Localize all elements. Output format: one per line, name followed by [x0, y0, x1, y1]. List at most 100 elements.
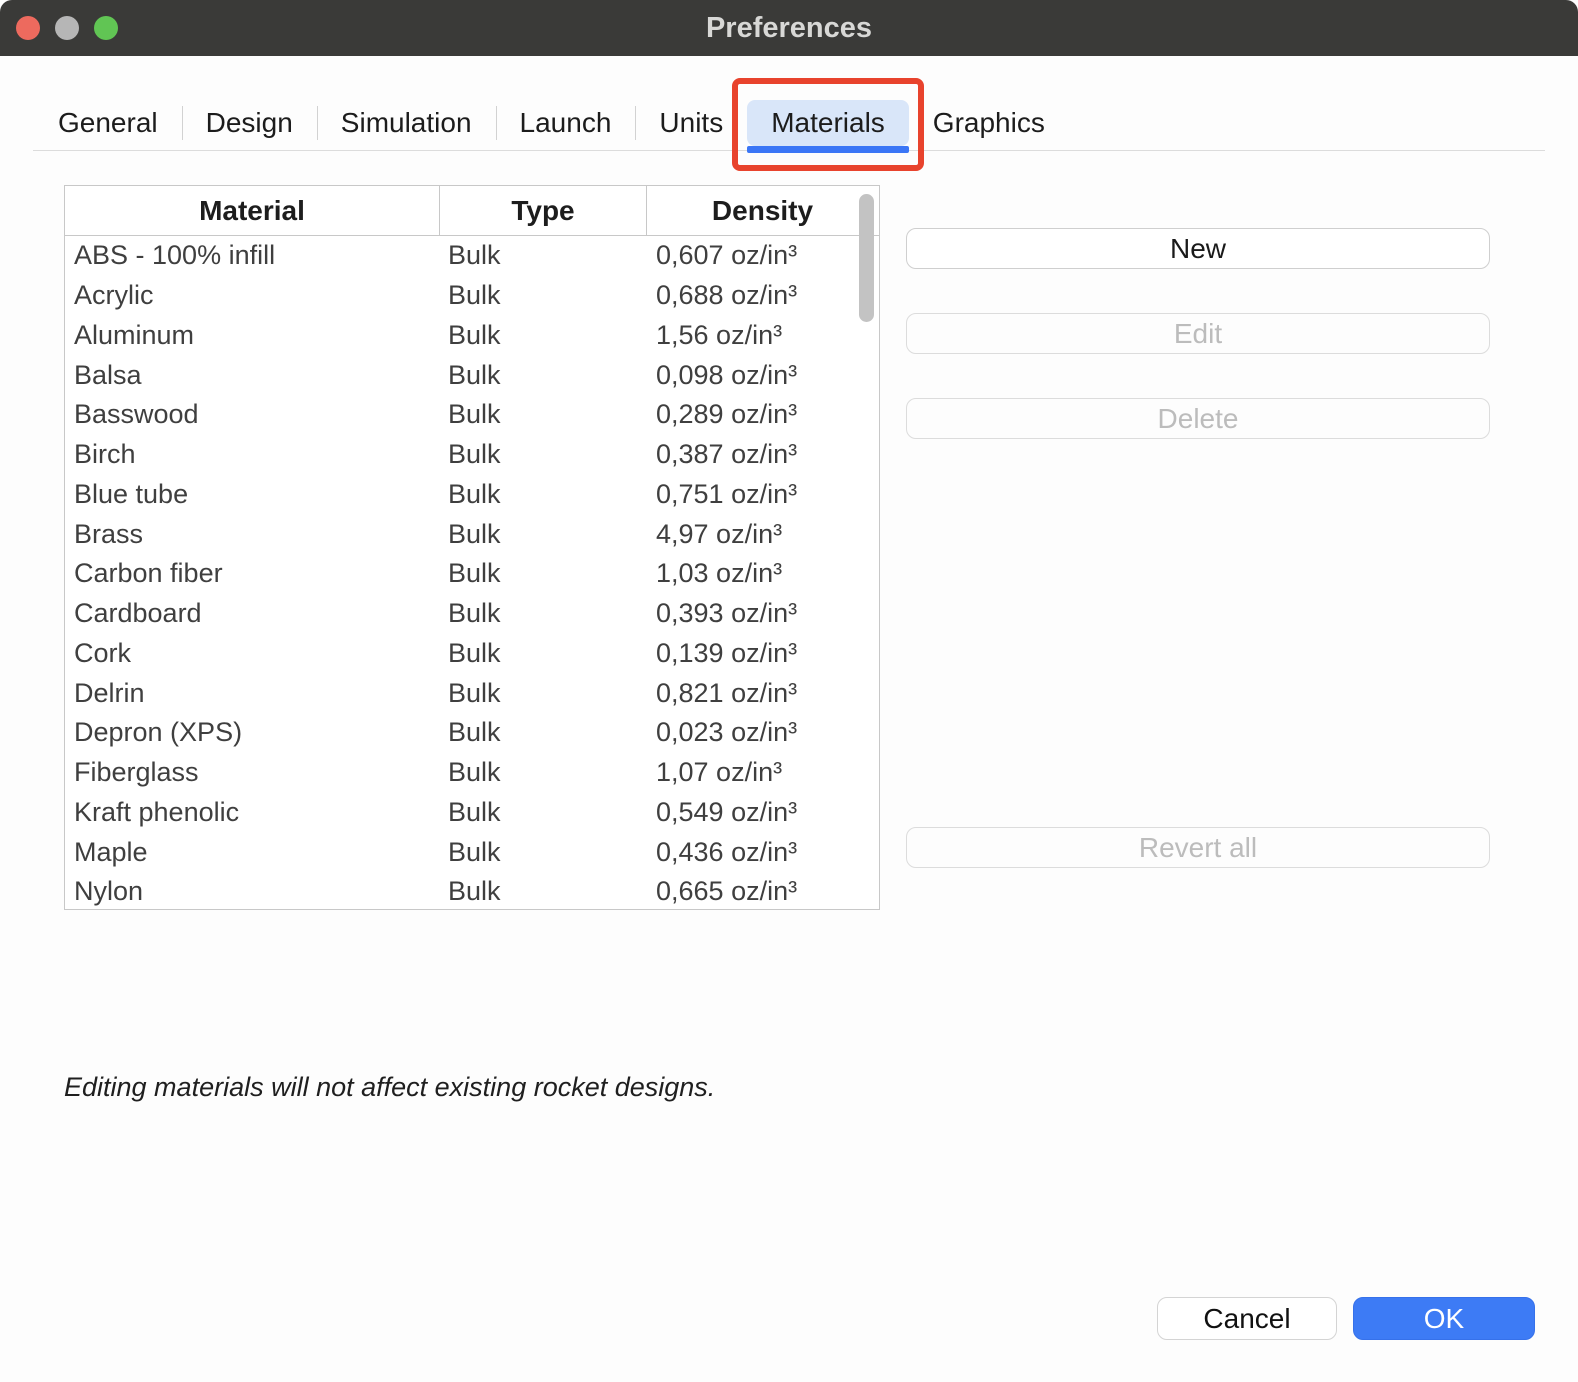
materials-table: MaterialTypeDensity ABS - 100% infillBul…: [64, 185, 880, 910]
ok-button[interactable]: OK: [1353, 1297, 1535, 1340]
revert-all-button[interactable]: Revert all: [906, 827, 1490, 868]
type-cell: Bulk: [440, 797, 647, 828]
material-cell: Carbon fiber: [65, 558, 440, 589]
type-cell: Bulk: [440, 479, 647, 510]
material-cell: ABS - 100% infill: [65, 240, 440, 271]
density-cell: 0,751 oz/in³: [647, 479, 878, 510]
density-cell: 1,07 oz/in³: [647, 757, 878, 788]
type-cell: Bulk: [440, 280, 647, 311]
selected-tab-underline: [747, 146, 909, 153]
column-header-type[interactable]: Type: [440, 186, 647, 235]
density-cell: 0,665 oz/in³: [647, 876, 878, 907]
type-cell: Bulk: [440, 360, 647, 391]
tab-label: Units: [659, 107, 723, 138]
close-button-icon[interactable]: [16, 16, 40, 40]
cancel-button[interactable]: Cancel: [1157, 1297, 1337, 1340]
column-header-material[interactable]: Material: [65, 186, 440, 235]
material-cell: Brass: [65, 519, 440, 550]
density-cell: 0,289 oz/in³: [647, 399, 878, 430]
tab-simulation[interactable]: Simulation: [317, 100, 496, 146]
tab-label: Simulation: [341, 107, 472, 138]
zoom-button-icon[interactable]: [94, 16, 118, 40]
tab-label: Design: [206, 107, 293, 138]
table-row[interactable]: Depron (XPS)Bulk0,023 oz/in³: [65, 713, 879, 753]
density-cell: 0,549 oz/in³: [647, 797, 878, 828]
vertical-scrollbar[interactable]: [859, 194, 874, 322]
table-row[interactable]: MapleBulk0,436 oz/in³: [65, 832, 879, 872]
table-header: MaterialTypeDensity: [65, 186, 879, 236]
type-cell: Bulk: [440, 320, 647, 351]
type-cell: Bulk: [440, 558, 647, 589]
table-row[interactable]: BrassBulk4,97 oz/in³: [65, 514, 879, 554]
density-cell: 0,821 oz/in³: [647, 678, 878, 709]
density-cell: 4,97 oz/in³: [647, 519, 878, 550]
tab-materials[interactable]: Materials: [747, 100, 909, 146]
material-cell: Acrylic: [65, 280, 440, 311]
type-cell: Bulk: [440, 399, 647, 430]
tab-design[interactable]: Design: [182, 100, 317, 146]
material-cell: Delrin: [65, 678, 440, 709]
density-cell: 0,023 oz/in³: [647, 717, 878, 748]
table-row[interactable]: Blue tubeBulk0,751 oz/in³: [65, 475, 879, 515]
table-row[interactable]: ABS - 100% infillBulk0,607 oz/in³: [65, 236, 879, 276]
table-row[interactable]: Carbon fiberBulk1,03 oz/in³: [65, 554, 879, 594]
table-row[interactable]: AcrylicBulk0,688 oz/in³: [65, 276, 879, 316]
table-row[interactable]: Kraft phenolicBulk0,549 oz/in³: [65, 793, 879, 833]
material-cell: Birch: [65, 439, 440, 470]
density-cell: 1,56 oz/in³: [647, 320, 878, 351]
table-row[interactable]: BirchBulk0,387 oz/in³: [65, 435, 879, 475]
table-row[interactable]: NylonBulk0,665 oz/in³: [65, 872, 879, 910]
tab-label: Materials: [771, 107, 885, 138]
minimize-button-icon[interactable]: [55, 16, 79, 40]
table-row[interactable]: BasswoodBulk0,289 oz/in³: [65, 395, 879, 435]
density-cell: 0,393 oz/in³: [647, 598, 878, 629]
material-cell: Blue tube: [65, 479, 440, 510]
type-cell: Bulk: [440, 638, 647, 669]
material-cell: Balsa: [65, 360, 440, 391]
new-button[interactable]: New: [906, 228, 1490, 269]
density-cell: 0,607 oz/in³: [647, 240, 878, 271]
edit-button[interactable]: Edit: [906, 313, 1490, 354]
density-cell: 0,387 oz/in³: [647, 439, 878, 470]
density-cell: 0,688 oz/in³: [647, 280, 878, 311]
window-title: Preferences: [706, 12, 872, 45]
tab-label: General: [58, 107, 158, 138]
material-cell: Kraft phenolic: [65, 797, 440, 828]
type-cell: Bulk: [440, 598, 647, 629]
type-cell: Bulk: [440, 439, 647, 470]
type-cell: Bulk: [440, 837, 647, 868]
material-cell: Cork: [65, 638, 440, 669]
table-row[interactable]: BalsaBulk0,098 oz/in³: [65, 355, 879, 395]
table-row[interactable]: DelrinBulk0,821 oz/in³: [65, 673, 879, 713]
type-cell: Bulk: [440, 876, 647, 907]
material-cell: Cardboard: [65, 598, 440, 629]
tab-graphics[interactable]: Graphics: [909, 100, 1069, 146]
traffic-lights: [16, 16, 118, 40]
material-cell: Aluminum: [65, 320, 440, 351]
density-cell: 0,098 oz/in³: [647, 360, 878, 391]
density-cell: 0,139 oz/in³: [647, 638, 878, 669]
table-row[interactable]: CardboardBulk0,393 oz/in³: [65, 594, 879, 634]
density-cell: 0,436 oz/in³: [647, 837, 878, 868]
title-bar: Preferences: [0, 0, 1578, 56]
material-cell: Maple: [65, 837, 440, 868]
tab-label: Launch: [520, 107, 612, 138]
materials-note: Editing materials will not affect existi…: [64, 1072, 715, 1103]
material-cell: Basswood: [65, 399, 440, 430]
table-row[interactable]: FiberglassBulk1,07 oz/in³: [65, 753, 879, 793]
type-cell: Bulk: [440, 519, 647, 550]
table-body: ABS - 100% infillBulk0,607 oz/in³Acrylic…: [65, 236, 879, 910]
table-row[interactable]: AluminumBulk1,56 oz/in³: [65, 316, 879, 356]
type-cell: Bulk: [440, 757, 647, 788]
delete-button[interactable]: Delete: [906, 398, 1490, 439]
type-cell: Bulk: [440, 717, 647, 748]
type-cell: Bulk: [440, 240, 647, 271]
tab-bar: General Design Simulation Launch Units Materi…: [0, 95, 1578, 151]
tab-launch[interactable]: Launch: [496, 100, 636, 146]
tab-units[interactable]: Units: [635, 100, 747, 146]
column-header-density[interactable]: Density: [647, 186, 878, 235]
type-cell: Bulk: [440, 678, 647, 709]
material-cell: Depron (XPS): [65, 717, 440, 748]
tab-general[interactable]: General: [34, 100, 182, 146]
table-row[interactable]: CorkBulk0,139 oz/in³: [65, 634, 879, 674]
